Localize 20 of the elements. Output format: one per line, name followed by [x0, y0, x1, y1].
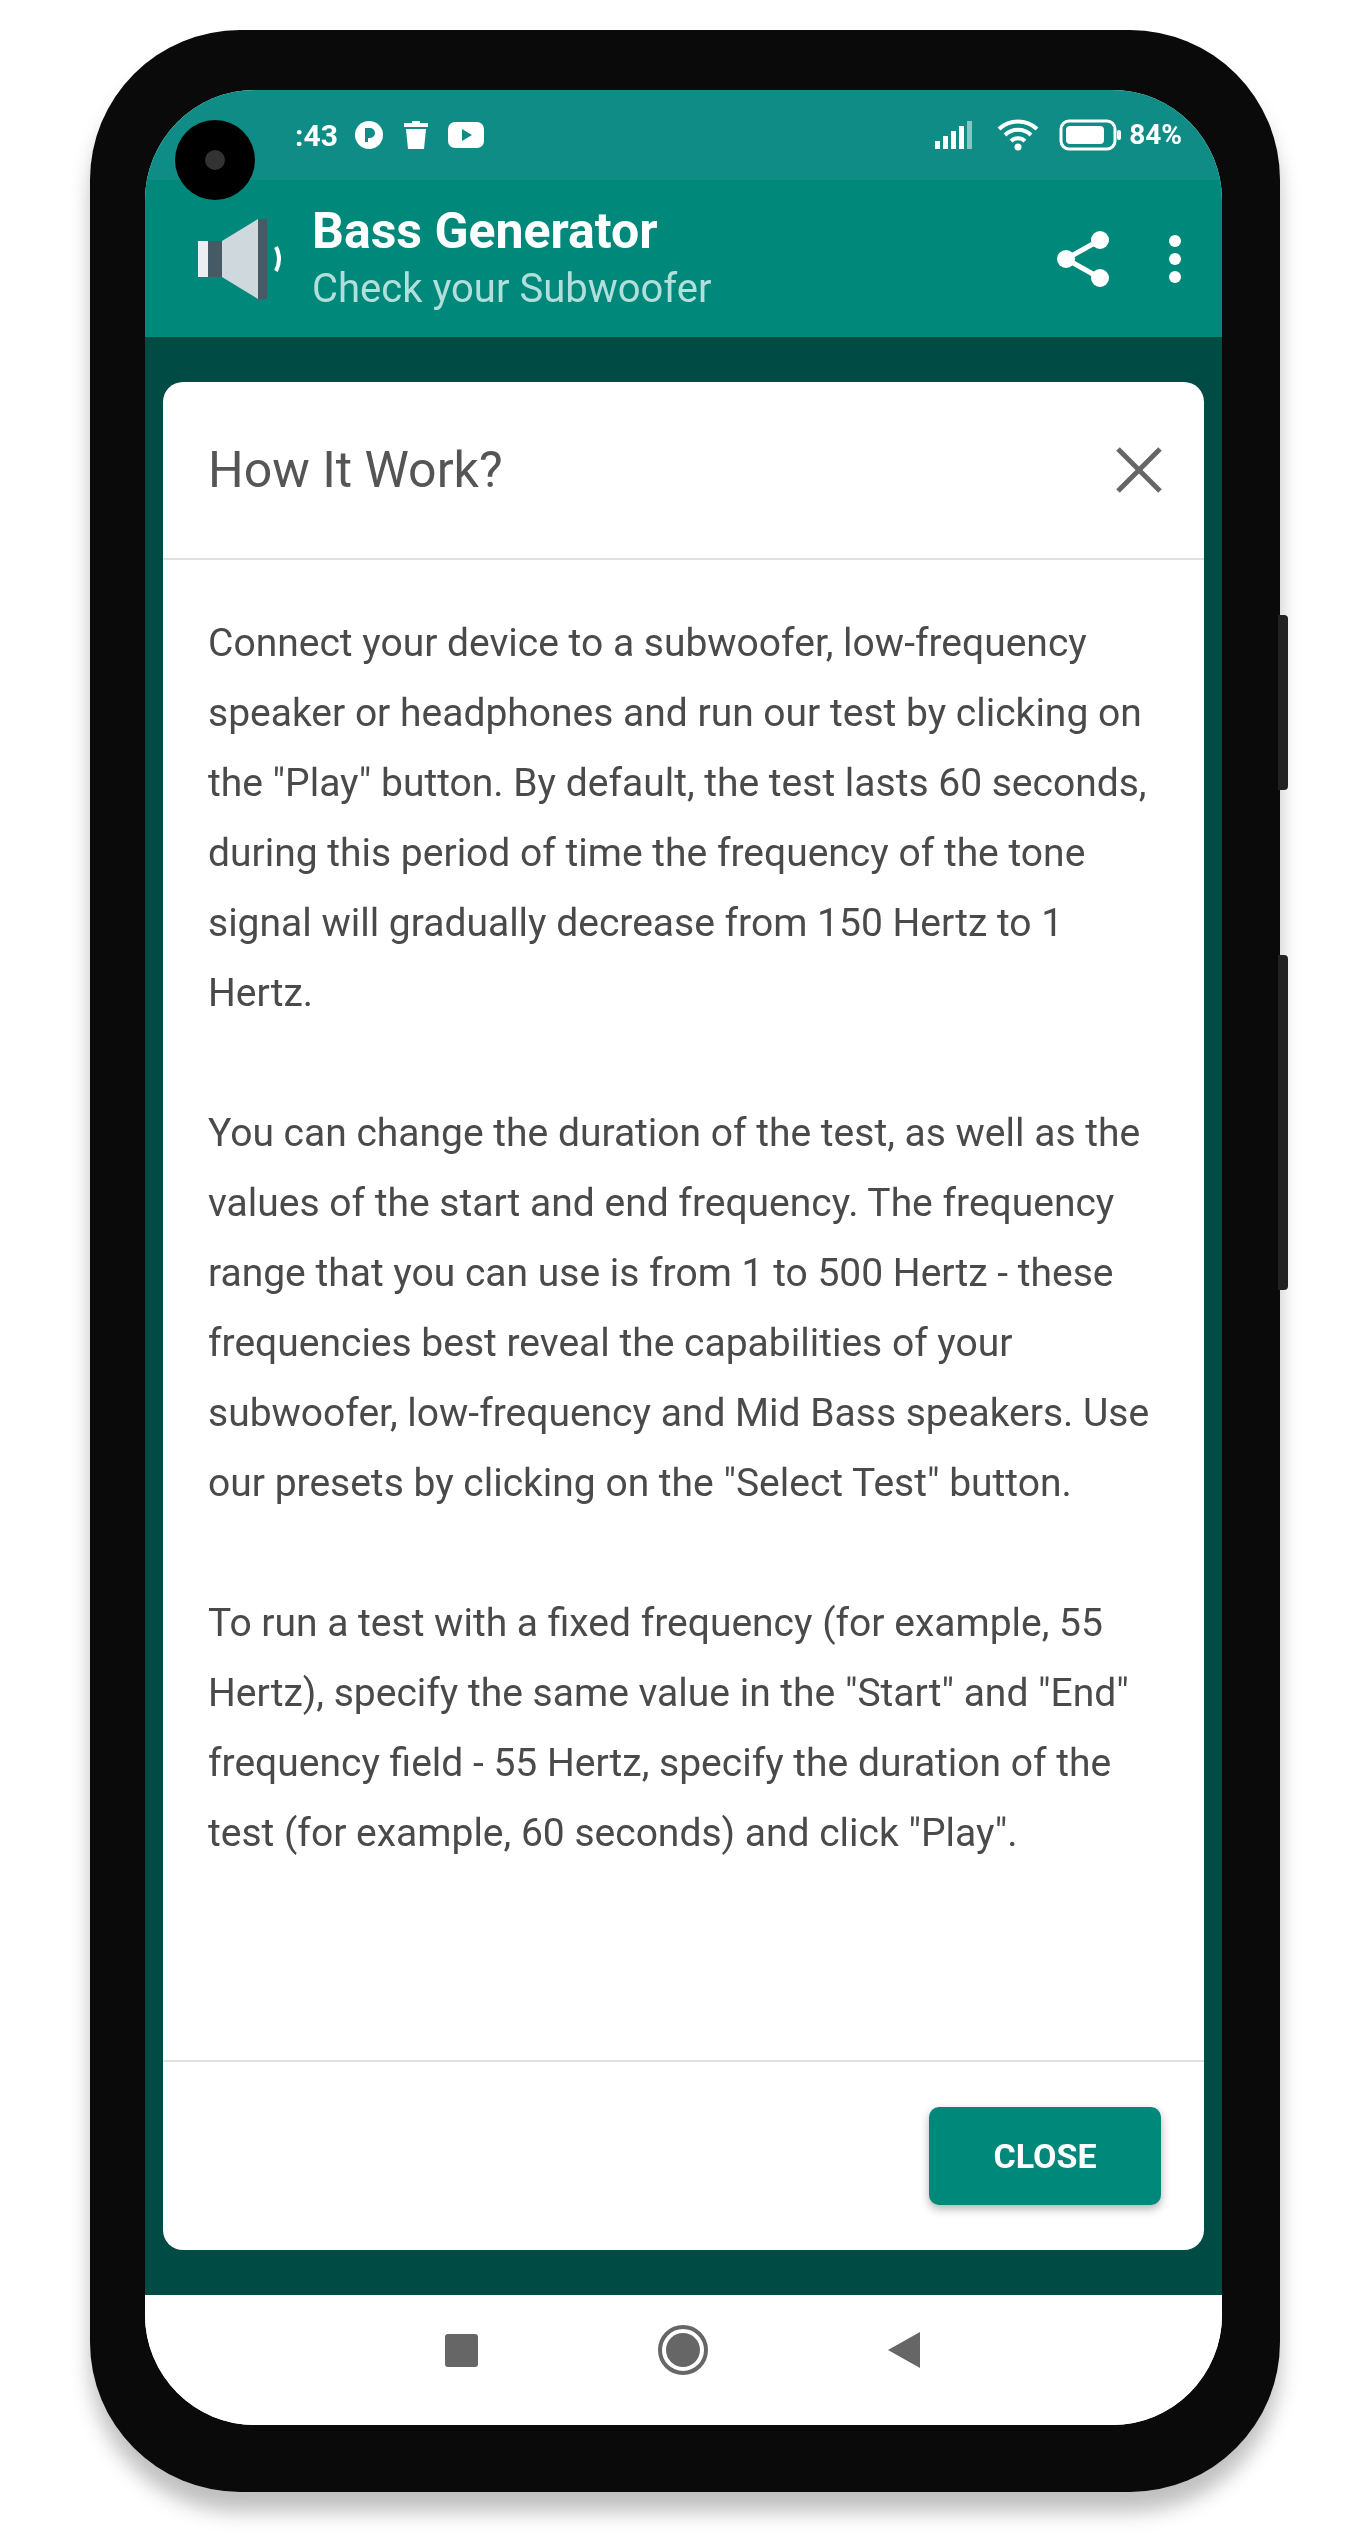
dialog-paragraph: You can change the duration of the test, as well as the values of the start and end frequency. The frequency range that you can use is from 1 to 500 Hertz - these frequencies best reveal the capabilities of your subwoofer, low-frequency and Mid Bass speakers. Use our presets by clicking on the "Select Test" button.	[208, 1109, 1151, 1508]
home-icon[interactable]	[658, 2325, 708, 2375]
back-icon[interactable]	[888, 2331, 922, 2369]
status-time: :43	[295, 116, 338, 155]
share-icon[interactable]	[1056, 229, 1110, 288]
app-subtitle: Check your Subwoofer	[312, 263, 712, 314]
video-icon	[447, 122, 484, 148]
dialog-title: How It Work?	[208, 439, 504, 501]
app-title: Bass Generator	[312, 200, 659, 261]
recents-icon[interactable]	[445, 2333, 478, 2367]
trash-icon	[403, 121, 428, 149]
close-icon[interactable]	[1114, 445, 1164, 495]
close-button[interactable]: CLOSE	[929, 2107, 1161, 2205]
dialog-paragraph: To run a test with a fixed frequency (for example, 55 Hertz), specify the same value in the "Start" and "End" frequency field - 55 Hertz, specify the duration of the test (for example, 60 seconds) and click "Play".	[208, 1599, 1130, 1858]
battery-icon	[1059, 119, 1122, 151]
more-options-icon[interactable]	[1168, 233, 1182, 284]
wifi-icon	[997, 119, 1040, 151]
dialog-paragraph: Connect your device to a subwoofer, low-frequency speaker or headphones and run our test by clicking on the "Play" button. By default, the test lasts 60 seconds, during this period of time the frequency of the tone signal will gradually decrease from 150 Hertz to 1 Hertz.	[208, 619, 1148, 1018]
battery-level: 84%	[1129, 117, 1182, 153]
app-icon	[353, 120, 384, 150]
